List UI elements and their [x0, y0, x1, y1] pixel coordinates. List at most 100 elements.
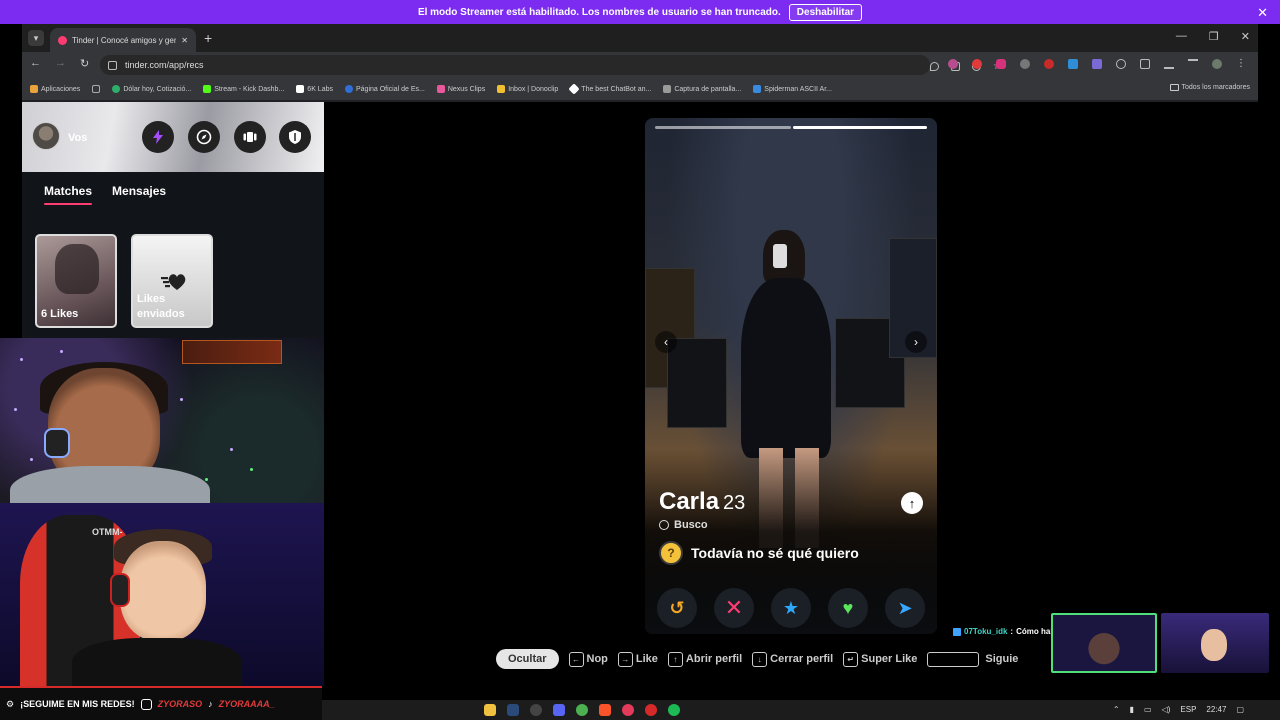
disable-streamer-button[interactable]: Deshabilitar: [788, 3, 863, 21]
extension-icon[interactable]: [972, 59, 982, 69]
minimize-icon[interactable]: —: [1176, 30, 1187, 43]
bookmark-item[interactable]: Dólar hoy, Cotizació...: [112, 85, 191, 93]
bookmark-item[interactable]: Stream - Kick Dashb...: [203, 85, 284, 93]
profile-avatar-icon[interactable]: [1212, 59, 1222, 69]
tab-matches[interactable]: Matches: [44, 184, 93, 205]
file-explorer-icon[interactable]: [484, 704, 496, 716]
super-like-button[interactable]: ★: [771, 588, 811, 628]
likes-sent-card[interactable]: Likes enviados: [131, 234, 213, 328]
likes-card[interactable]: 6 Likes: [35, 234, 117, 328]
next-photo-icon[interactable]: ›: [905, 331, 927, 353]
tab-search-chevron-icon[interactable]: ▾: [28, 30, 44, 46]
location-icon[interactable]: [930, 62, 939, 71]
system-tray: ⌃ ▮ ▭ ◁) ESP 22:47 ▢: [1113, 705, 1244, 714]
relationship-goal-text: Todavía no sé qué quiero: [691, 545, 859, 561]
tab-close-icon[interactable]: ✕: [181, 36, 188, 45]
clock[interactable]: 22:47: [1206, 705, 1226, 714]
window-controls: — ❐ ✕: [1176, 30, 1250, 43]
media-icon[interactable]: [1188, 59, 1198, 69]
spotify-icon[interactable]: [668, 704, 680, 716]
chat-separator: :: [1010, 627, 1014, 636]
banner-message: El modo Streamer está habilitado. Los no…: [417, 6, 781, 18]
previous-photo-icon[interactable]: ‹: [655, 331, 677, 353]
maximize-icon[interactable]: ❐: [1209, 30, 1219, 43]
new-tab-icon[interactable]: +: [204, 30, 212, 46]
follow-text: ¡SEGUIME EN MIS REDES!: [20, 699, 135, 709]
bookmark-item[interactable]: Captura de pantalla...: [663, 85, 741, 93]
chrome-icon[interactable]: [576, 704, 588, 716]
windows-taskbar: ⌃ ▮ ▭ ◁) ESP 22:47 ▢: [322, 700, 1280, 720]
instagram-icon: [140, 698, 152, 710]
window-close-icon[interactable]: ✕: [1241, 30, 1250, 43]
safety-button[interactable]: [279, 121, 311, 153]
microphone-icon[interactable]: ▮: [1130, 705, 1134, 714]
banner-close-icon[interactable]: ✕: [1257, 5, 1268, 21]
relationship-goal: ? Todavía no sé qué quiero: [659, 541, 859, 565]
back-icon[interactable]: ←: [30, 57, 41, 70]
open-profile-arrow-icon[interactable]: ↑: [901, 492, 923, 514]
bookmark-item[interactable]: Inbox | Donoclip: [497, 85, 558, 93]
extension-icon[interactable]: [1116, 59, 1126, 69]
like-button[interactable]: ♥: [828, 588, 868, 628]
explore-button[interactable]: [188, 121, 220, 153]
discord-icon[interactable]: [553, 704, 565, 716]
profile-card[interactable]: ‹ › Carla 23 ↑ Busco ? Todavía no sé qué …: [645, 118, 937, 634]
extension-icon[interactable]: [1044, 59, 1054, 69]
browser-window: ▾ Tinder | Conocé amigos y gente ✕ + — ❐…: [22, 24, 1258, 102]
gym-equipment: [667, 338, 727, 428]
sidebar-tabs: Matches Mensajes: [44, 184, 166, 205]
bookmark-item[interactable]: Aplicaciones: [30, 85, 80, 93]
webcam-streamer-2: OTMM-: [0, 503, 324, 686]
hide-hints-button[interactable]: Ocultar: [496, 649, 559, 669]
extension-icon[interactable]: [1068, 59, 1078, 69]
nope-button[interactable]: ✕: [714, 588, 754, 628]
url-text[interactable]: tinder.com/app/recs: [125, 60, 204, 70]
bookmarks-bar: Aplicaciones Dólar hoy, Cotizació... Str…: [22, 78, 1258, 100]
mini-webcam-1: [1051, 613, 1157, 673]
all-bookmarks-folder[interactable]: Todos los marcadores: [1169, 84, 1250, 91]
extension-icon[interactable]: [1092, 59, 1102, 69]
download-icon[interactable]: [1164, 59, 1174, 69]
extension-icon[interactable]: [996, 59, 1006, 69]
bookmark-item[interactable]: Nexus Clips: [436, 85, 485, 93]
stack-button[interactable]: [234, 121, 266, 153]
photo-progress-segment-active[interactable]: [793, 126, 927, 129]
rewind-button[interactable]: ↺: [657, 588, 697, 628]
bookmark-item[interactable]: Spiderman ASCII Ar...: [753, 85, 832, 93]
site-info-icon[interactable]: [108, 60, 117, 70]
user-avatar[interactable]: [32, 122, 60, 150]
boost-button[interactable]: [142, 121, 174, 153]
browser-tab-tinder[interactable]: Tinder | Conocé amigos y gente ✕: [50, 28, 196, 52]
apps-grid-icon[interactable]: [92, 85, 101, 93]
steam-icon[interactable]: [507, 704, 519, 716]
bookmark-item[interactable]: 6K Labs: [296, 85, 333, 93]
photo-progress-segment[interactable]: [655, 126, 791, 129]
forward-icon[interactable]: →: [55, 57, 66, 70]
obs-icon[interactable]: [530, 704, 542, 716]
volume-icon[interactable]: ◁): [1162, 705, 1171, 714]
bookmark-item[interactable]: The best ChatBot an...: [568, 83, 651, 95]
language-indicator[interactable]: ESP: [1180, 705, 1196, 714]
bookmark-item[interactable]: Página Oficial de Es...: [344, 85, 425, 93]
boost-send-button[interactable]: ➤: [885, 588, 925, 628]
app-icon[interactable]: [645, 704, 657, 716]
extension-icon[interactable]: [1020, 59, 1030, 69]
chat-username: 07Toku_idk: [964, 627, 1008, 636]
arrow-right-key-icon: →: [617, 651, 633, 667]
menu-kebab-icon[interactable]: ⋮: [1236, 59, 1246, 69]
looking-for-row: Busco: [659, 519, 708, 531]
media-player-icon[interactable]: [622, 704, 634, 716]
chevron-up-icon[interactable]: ⌃: [1113, 705, 1120, 714]
profile-name-age: Carla 23: [659, 488, 745, 516]
profile-age: 23: [723, 492, 746, 514]
brave-icon[interactable]: [599, 704, 611, 716]
network-icon[interactable]: ▭: [1144, 705, 1152, 714]
notification-icon[interactable]: ▢: [1236, 705, 1244, 714]
extensions-puzzle-icon[interactable]: [1140, 59, 1150, 69]
extension-icon[interactable]: [948, 59, 958, 69]
user-name-label[interactable]: Vos: [68, 132, 87, 144]
tab-messages[interactable]: Mensajes: [112, 184, 166, 198]
cards-stack-icon: [243, 132, 257, 142]
address-bar[interactable]: tinder.com/app/recs ☆: [100, 55, 1002, 75]
reload-icon[interactable]: ↻: [80, 57, 89, 70]
